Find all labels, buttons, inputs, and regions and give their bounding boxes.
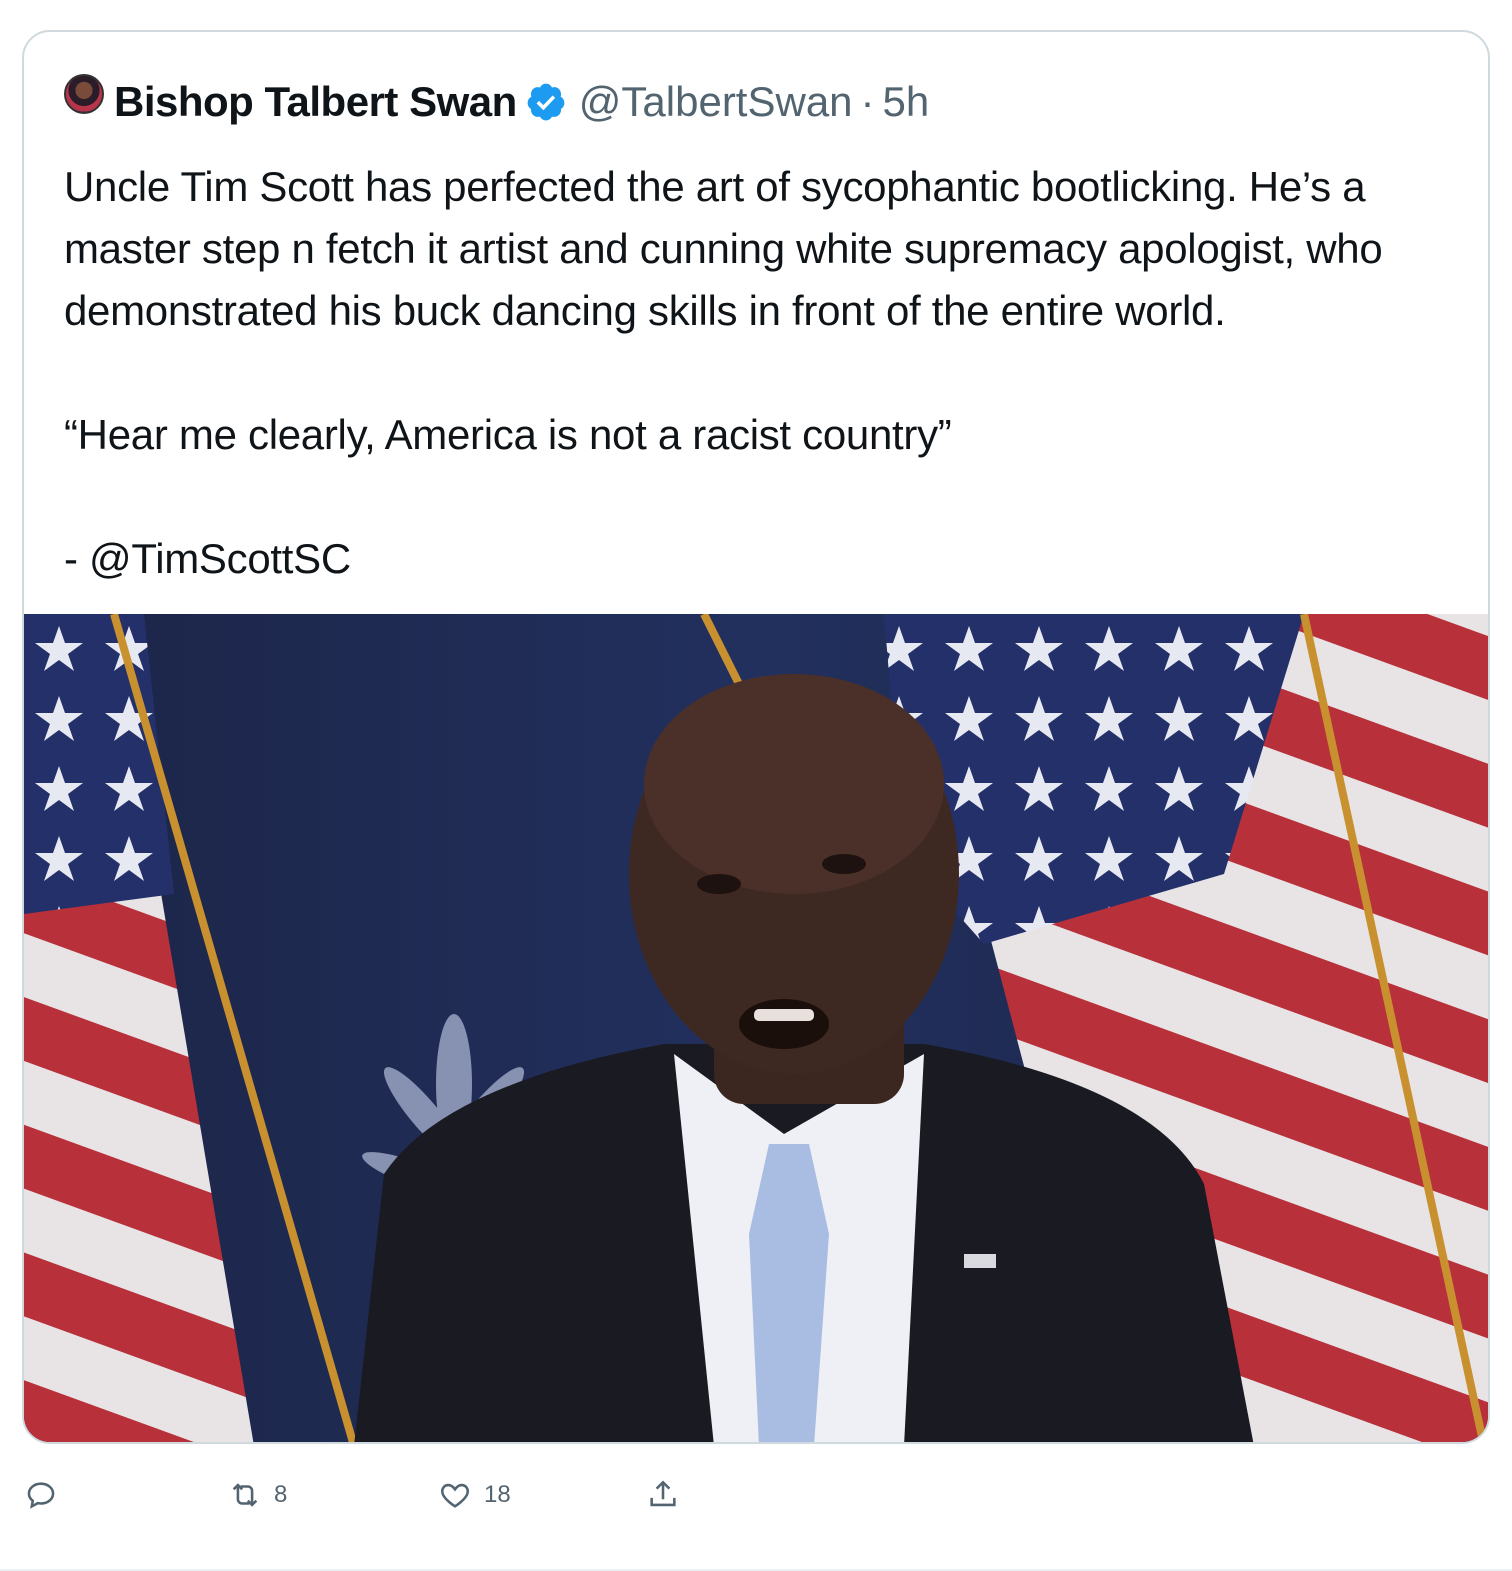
- share-button[interactable]: [646, 1460, 692, 1530]
- retweet-icon: [232, 1483, 258, 1507]
- author-avatar[interactable]: [64, 74, 104, 114]
- retweet-count: 8: [274, 1481, 288, 1508]
- reply-button[interactable]: [24, 1460, 70, 1530]
- tweet-mention-line[interactable]: - @TimScottSC: [64, 528, 1454, 590]
- tweet-text: Uncle Tim Scott has perfected the art of…: [64, 156, 1454, 590]
- tweet-card[interactable]: Bishop Talbert Swan @TalbertSwan · 5h Un…: [22, 30, 1490, 1444]
- tweet-paragraph: Uncle Tim Scott has perfected the art of…: [64, 163, 1383, 334]
- like-count: 18: [484, 1481, 511, 1508]
- retweet-button[interactable]: 8: [228, 1460, 287, 1530]
- author-name[interactable]: Bishop Talbert Swan: [114, 78, 517, 126]
- tweet-timestamp[interactable]: 5h: [883, 78, 930, 126]
- heart-icon: [441, 1483, 469, 1508]
- author-handle[interactable]: @TalbertSwan: [579, 78, 853, 126]
- verified-badge-icon: [527, 83, 565, 121]
- share-icon: [650, 1480, 676, 1507]
- tweet-media-image[interactable]: [24, 614, 1490, 1444]
- tweet-actions: 8 18: [0, 1460, 1512, 1530]
- like-button[interactable]: 18: [438, 1460, 511, 1530]
- reply-icon: [27, 1482, 55, 1509]
- tweet-quote: “Hear me clearly, America is not a racis…: [64, 411, 952, 458]
- separator-dot: ·: [860, 78, 875, 125]
- tweet-header: Bishop Talbert Swan @TalbertSwan · 5h: [64, 74, 929, 130]
